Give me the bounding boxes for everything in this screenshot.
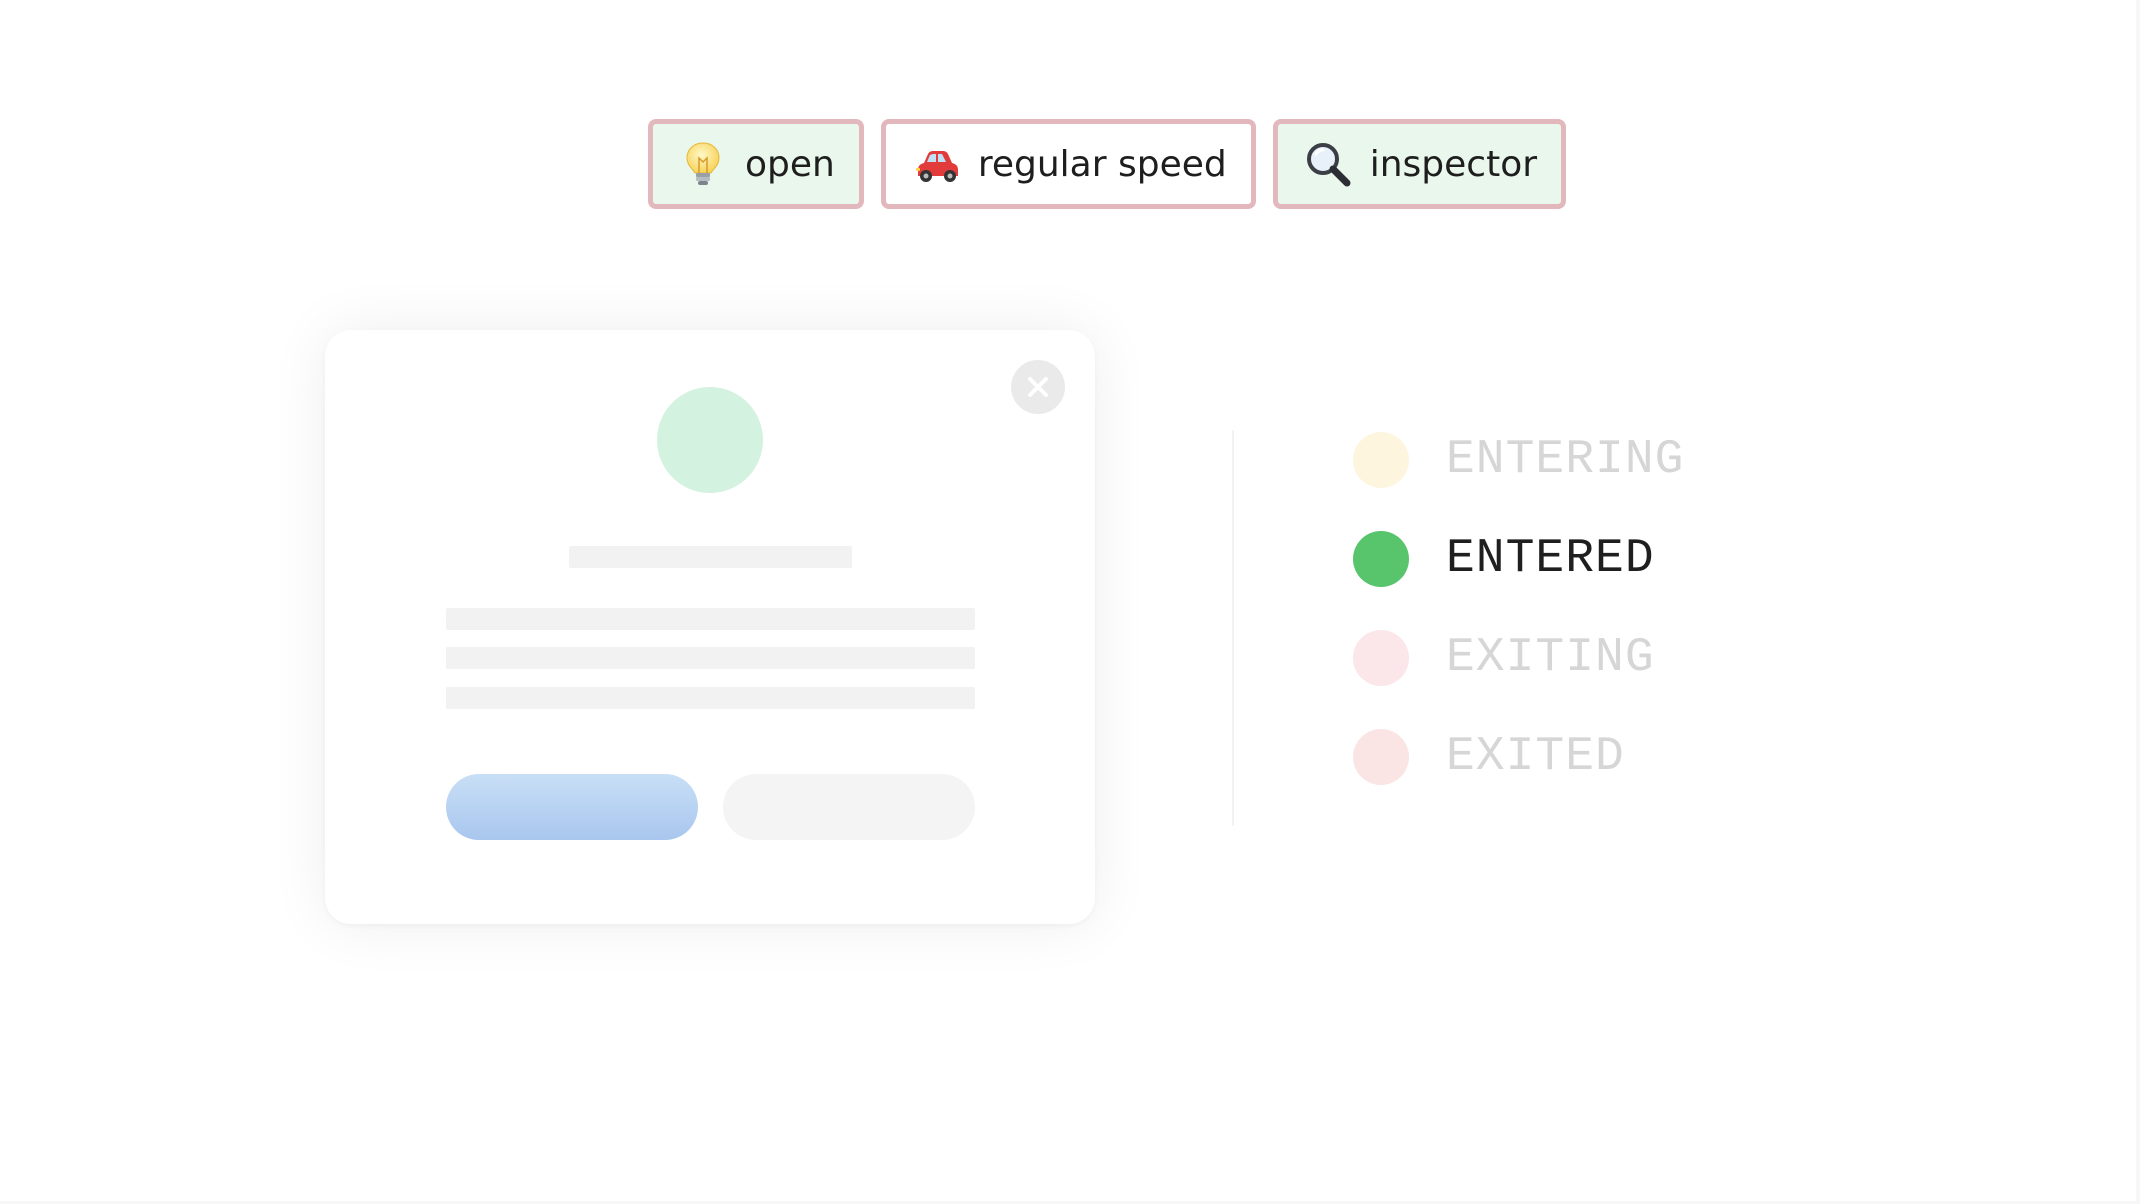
- chip-label-speed: regular speed: [977, 143, 1227, 185]
- modal-dialog: [325, 330, 1095, 924]
- state-exited: EXITED: [1353, 729, 1684, 785]
- state-dot-icon: [1353, 729, 1409, 785]
- close-icon: [1028, 377, 1048, 397]
- text-line-placeholder: [446, 687, 975, 709]
- toolbar: open regular speed inspector: [648, 119, 1567, 209]
- state-entered: ENTERED: [1353, 531, 1684, 587]
- state-dot-icon: [1353, 630, 1409, 686]
- state-label: ENTERED: [1446, 532, 1655, 586]
- close-button[interactable]: [1011, 360, 1065, 414]
- stage: open regular speed inspector ENTERING EN…: [0, 0, 2140, 1204]
- toggle-speed-button[interactable]: regular speed: [880, 119, 1256, 209]
- title-placeholder: [569, 546, 852, 568]
- state-exiting: EXITING: [1353, 630, 1684, 686]
- chip-label-open: open: [745, 143, 835, 185]
- state-dot-icon: [1353, 531, 1409, 587]
- magnifier-icon: [1304, 140, 1352, 188]
- state-entering: ENTERING: [1353, 432, 1684, 488]
- avatar-placeholder: [657, 387, 763, 493]
- edge-line: [2136, 0, 2140, 1204]
- state-label: ENTERING: [1446, 433, 1685, 487]
- toggle-inspector-button[interactable]: inspector: [1272, 119, 1567, 209]
- state-label: EXITING: [1446, 631, 1655, 685]
- toggle-open-button[interactable]: open: [648, 119, 864, 209]
- primary-button-placeholder[interactable]: [446, 774, 698, 840]
- lightbulb-icon: [679, 140, 727, 188]
- secondary-button-placeholder[interactable]: [723, 774, 975, 840]
- transition-states: ENTERING ENTERED EXITING EXITED: [1353, 432, 1684, 828]
- state-label: EXITED: [1446, 730, 1625, 784]
- text-line-placeholder: [446, 647, 975, 669]
- car-icon: [912, 140, 960, 188]
- state-dot-icon: [1353, 432, 1409, 488]
- text-line-placeholder: [446, 608, 975, 630]
- chip-label-inspector: inspector: [1369, 143, 1538, 185]
- divider: [1232, 430, 1234, 826]
